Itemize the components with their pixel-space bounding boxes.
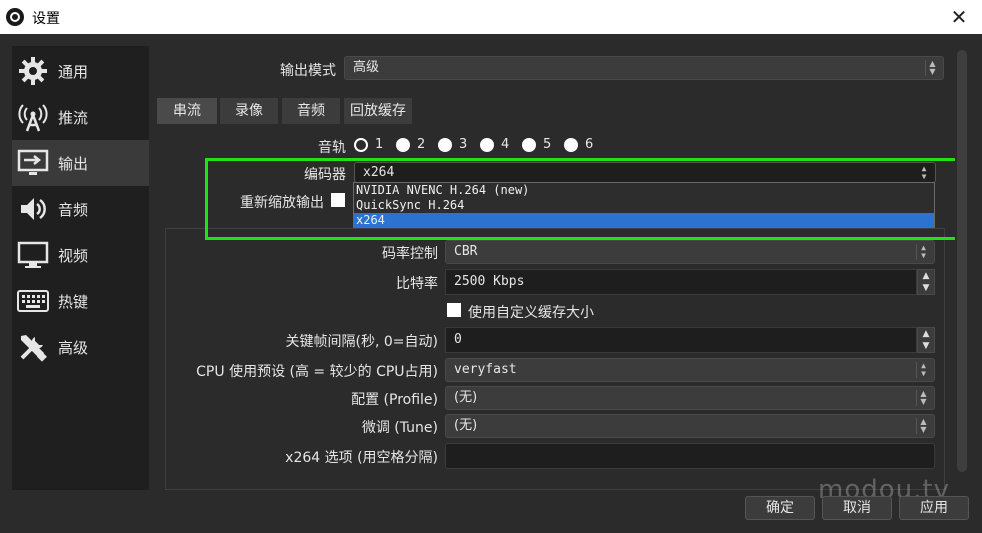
track-number: 1 [375, 137, 384, 152]
cpu-preset-select[interactable]: veryfast ▲ ▼ [445, 358, 935, 382]
chevron-updown-icon: ▲ ▼ [916, 244, 930, 260]
title-bar: 设置 ✕ [0, 0, 982, 34]
track-number: 5 [543, 137, 552, 152]
cancel-button[interactable]: 取消 [822, 496, 892, 520]
custom-buffer-label: 使用自定义缓存大小 [468, 305, 594, 321]
scrollbar-thumb[interactable] [957, 50, 967, 472]
audio-track-label: 音轨 [318, 140, 346, 156]
track-radio-2[interactable] [396, 138, 410, 152]
tab-streaming[interactable]: 串流 [157, 98, 217, 124]
rate-control-select[interactable]: CBR ▲ ▼ [445, 240, 935, 264]
profile-label: 配置 (Profile) [351, 392, 438, 408]
close-button[interactable]: ✕ [936, 0, 982, 34]
settings-sidebar: 通用 推流 输出 音频 视频 热键 高级 [12, 46, 149, 490]
broadcast-icon [16, 100, 50, 134]
tab-replay-buffer[interactable]: 回放缓存 [344, 98, 412, 124]
tab-recording[interactable]: 录像 [220, 98, 278, 124]
tune-label: 微调 (Tune) [361, 420, 438, 436]
tab-audio[interactable]: 音频 [282, 98, 340, 124]
keyframe-input[interactable]: 0 [445, 327, 917, 353]
ok-button[interactable]: 确定 [745, 496, 815, 520]
sidebar-item-stream[interactable]: 推流 [12, 94, 149, 140]
track-radio-4[interactable] [480, 138, 494, 152]
track-number: 3 [459, 137, 468, 152]
track-radio-3[interactable] [438, 138, 452, 152]
track-number: 2 [417, 137, 426, 152]
keyboard-icon [16, 284, 50, 318]
chevron-updown-icon: ▲ ▼ [916, 418, 930, 434]
sidebar-item-label: 热键 [58, 292, 89, 311]
chevron-updown-icon: ▲ ▼ [925, 60, 939, 76]
tune-value: (无) [454, 418, 478, 433]
bitrate-label: 比特率 [396, 276, 438, 292]
track-radio-6[interactable] [564, 138, 578, 152]
sidebar-item-audio[interactable]: 音频 [12, 186, 149, 232]
sidebar-item-general[interactable]: 通用 [12, 48, 149, 94]
sidebar-item-label: 输出 [58, 154, 89, 173]
output-icon [16, 146, 50, 180]
sidebar-item-label: 高级 [58, 338, 89, 357]
output-mode-select[interactable]: 高级 ▲ ▼ [344, 56, 944, 80]
monitor-icon [16, 238, 50, 272]
highlight-annotation [205, 158, 963, 240]
track-number: 6 [585, 137, 594, 152]
x264-options-label: x264 选项 (用空格分隔) [285, 450, 438, 466]
track-number: 4 [501, 137, 510, 152]
profile-value: (无) [454, 390, 478, 405]
custom-buffer-checkbox[interactable] [447, 303, 461, 317]
chevron-updown-icon: ▲ ▼ [916, 362, 930, 378]
window-title: 设置 [32, 11, 60, 27]
keyframe-label: 关键帧间隔(秒, 0=自动) [285, 334, 438, 350]
bitrate-stepper[interactable]: ▲ ▼ [917, 269, 935, 295]
track-radio-5[interactable] [522, 138, 536, 152]
keyframe-stepper[interactable]: ▲ ▼ [917, 327, 935, 353]
sidebar-item-hotkeys[interactable]: 热键 [12, 278, 149, 324]
output-mode-value: 高级 [353, 60, 380, 75]
apply-button[interactable]: 应用 [899, 496, 969, 520]
track-radio-1[interactable] [354, 138, 368, 152]
tune-select[interactable]: (无) ▲ ▼ [445, 414, 935, 438]
sidebar-item-output[interactable]: 输出 [12, 140, 149, 186]
cpu-preset-label: CPU 使用预设 (高 = 较少的 CPU占用) [196, 364, 438, 380]
sidebar-item-advanced[interactable]: 高级 [12, 324, 149, 370]
profile-select[interactable]: (无) ▲ ▼ [445, 386, 935, 410]
cpu-preset-value: veryfast [454, 362, 517, 377]
obs-logo-icon [6, 8, 24, 26]
sidebar-item-label: 通用 [58, 62, 89, 81]
rate-control-value: CBR [454, 244, 478, 259]
output-mode-label: 输出模式 [280, 63, 336, 79]
sidebar-item-video[interactable]: 视频 [12, 232, 149, 278]
x264-options-input[interactable] [445, 443, 935, 469]
speaker-icon [16, 192, 50, 226]
rate-control-label: 码率控制 [382, 246, 438, 262]
bitrate-input[interactable]: 2500 Kbps [445, 269, 917, 295]
sidebar-item-label: 推流 [58, 108, 89, 127]
sidebar-item-label: 视频 [58, 246, 89, 265]
sidebar-item-label: 音频 [58, 200, 89, 219]
tools-icon [16, 330, 50, 364]
gear-icon [16, 54, 50, 88]
chevron-updown-icon: ▲ ▼ [916, 390, 930, 406]
